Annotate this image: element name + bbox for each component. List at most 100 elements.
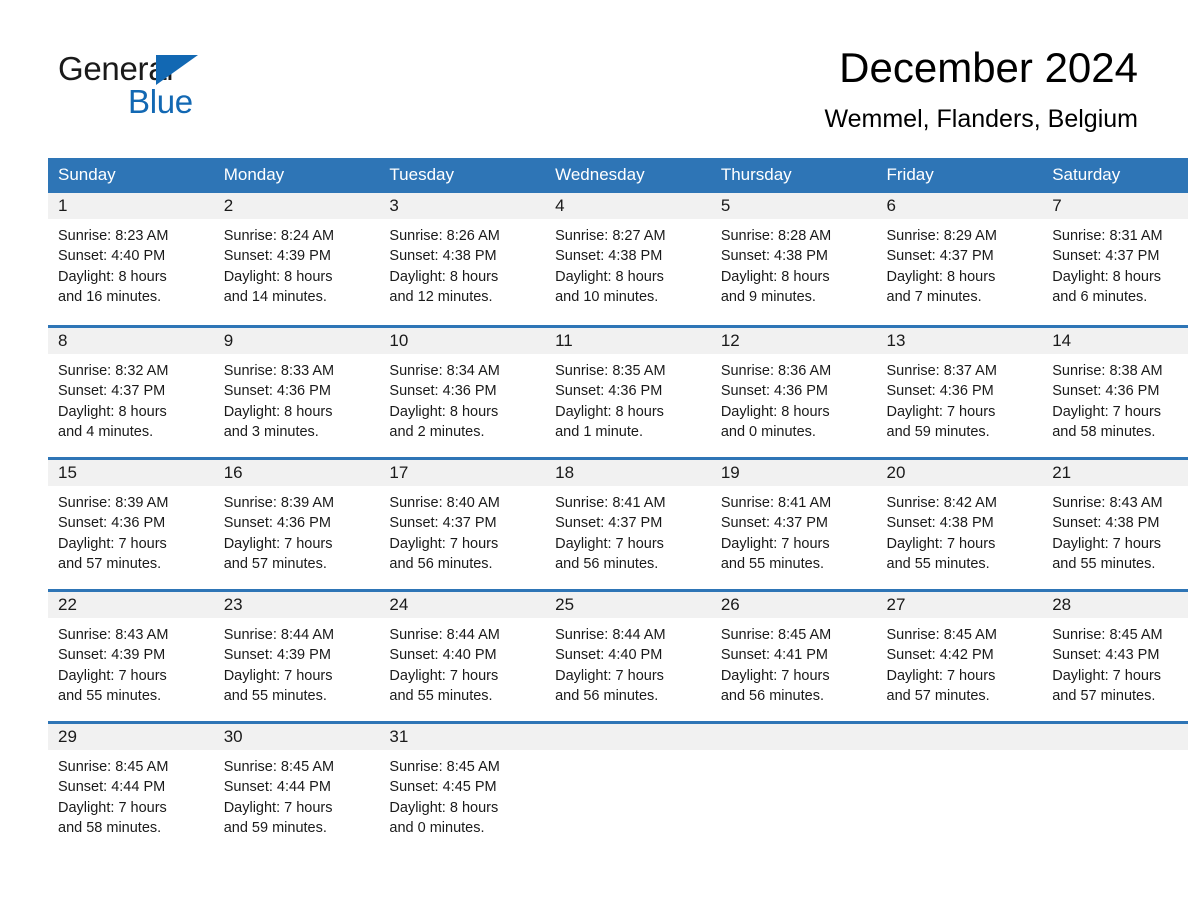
- calendar-week-row: 29 Sunrise: 8:45 AM Sunset: 4:44 PM Dayligh…: [48, 721, 1188, 853]
- daylight-line-1: Daylight: 7 hours: [58, 535, 167, 552]
- sunset-time: Sunset: 4:44 PM: [223, 779, 331, 796]
- calendar-day-cell[interactable]: 24 Sunrise: 8:44 AM Sunset: 4:40 PM Dayligh…: [379, 589, 546, 721]
- calendar-day-cell[interactable]: 21 Sunrise: 8:43 AM Sunset: 4:38 PM Dayligh…: [1042, 457, 1188, 589]
- calendar-day-cell[interactable]: 22 Sunrise: 8:43 AM Sunset: 4:39 PM Dayligh…: [48, 589, 214, 721]
- calendar-day-cell[interactable]: 5 Sunrise: 8:28 AM Sunset: 4:38 PM Daylight…: [710, 193, 877, 325]
- daylight-line-2: and 7 minutes.: [886, 288, 982, 305]
- daylight-line-2: and 57 minutes.: [1052, 687, 1156, 704]
- calendar-day-cell[interactable]: 30 Sunrise: 8:45 AM Sunset: 4:44 PM Dayligh…: [213, 721, 380, 853]
- day-info: Sunrise: 8:26 AM Sunset: 4:38 PM Daylight:…: [379, 219, 545, 307]
- daylight-line-1: Daylight: 7 hours: [886, 535, 996, 552]
- calendar-day-cell[interactable]: 2 Sunrise: 8:24 AM Sunset: 4:39 PM Daylight…: [213, 193, 380, 325]
- calendar-day-cell[interactable]: 9 Sunrise: 8:33 AM Sunset: 4:36 PM Daylight…: [213, 325, 380, 457]
- sunrise-time: Sunrise: 8:44 AM: [223, 627, 335, 643]
- calendar-day-cell[interactable]: 19 Sunrise: 8:41 AM Sunset: 4:37 PM Dayligh…: [710, 457, 877, 589]
- calendar-day-cell[interactable]: 14 Sunrise: 8:38 AM Sunset: 4:36 PM Dayligh…: [1042, 325, 1188, 457]
- sunrise-time: Sunrise: 8:42 AM: [886, 495, 997, 511]
- day-cell-inner: 5 Sunrise: 8:28 AM Sunset: 4:38 PM Daylight…: [710, 193, 877, 325]
- day-number: 23: [213, 592, 380, 618]
- calendar-day-cell[interactable]: 1 Sunrise: 8:23 AM Sunset: 4:40 PM Daylight…: [48, 193, 214, 325]
- weekday-header-tuesday: Tuesday: [379, 158, 546, 193]
- sunset-time: Sunset: 4:36 PM: [389, 383, 497, 400]
- calendar-day-cell[interactable]: 10 Sunrise: 8:34 AM Sunset: 4:36 PM Dayligh…: [379, 325, 546, 457]
- calendar-day-cell[interactable]: 3 Sunrise: 8:26 AM Sunset: 4:38 PM Daylight…: [379, 193, 546, 325]
- day-info: Sunrise: 8:45 AM Sunset: 4:42 PM Daylight:…: [877, 618, 1043, 706]
- calendar-day-cell[interactable]: 28 Sunrise: 8:45 AM Sunset: 4:43 PM Dayligh…: [1042, 589, 1188, 721]
- calendar-day-cell[interactable]: 4 Sunrise: 8:27 AM Sunset: 4:38 PM Daylight…: [545, 193, 711, 325]
- page-header: General Blue December 2024 Wemmel, Fland…: [48, 42, 1138, 142]
- sunrise-time: Sunrise: 8:26 AM: [389, 228, 500, 244]
- calendar-day-cell[interactable]: 16 Sunrise: 8:39 AM Sunset: 4:36 PM Dayligh…: [213, 457, 380, 589]
- daylight-line-2: and 57 minutes.: [223, 555, 327, 572]
- daylight-line-1: Daylight: 7 hours: [1052, 535, 1162, 552]
- sunset-time: Sunset: 4:39 PM: [223, 647, 331, 664]
- day-cell-inner: 29 Sunrise: 8:45 AM Sunset: 4:44 PM Dayligh…: [48, 721, 214, 853]
- calendar-day-cell[interactable]: 25 Sunrise: 8:44 AM Sunset: 4:40 PM Dayligh…: [545, 589, 711, 721]
- daylight-line-2: and 57 minutes.: [58, 555, 162, 572]
- sunset-time: Sunset: 4:36 PM: [223, 515, 331, 532]
- day-number: 6: [876, 193, 1043, 219]
- calendar-day-cell[interactable]: 26 Sunrise: 8:45 AM Sunset: 4:41 PM Dayligh…: [710, 589, 877, 721]
- calendar-day-cell[interactable]: 15 Sunrise: 8:39 AM Sunset: 4:36 PM Dayligh…: [48, 457, 214, 589]
- daylight-line-1: Daylight: 7 hours: [389, 535, 499, 552]
- calendar-day-cell[interactable]: 20 Sunrise: 8:42 AM Sunset: 4:38 PM Dayligh…: [876, 457, 1043, 589]
- calendar-day-cell[interactable]: 17 Sunrise: 8:40 AM Sunset: 4:37 PM Dayligh…: [379, 457, 546, 589]
- logo-text-blue: Blue: [128, 83, 193, 120]
- day-number: 29: [48, 724, 214, 750]
- day-number: 12: [710, 328, 877, 354]
- day-info: Sunrise: 8:45 AM Sunset: 4:44 PM Daylight:…: [48, 750, 214, 838]
- weekday-header-sunday: Sunday: [48, 158, 214, 193]
- day-info: Sunrise: 8:35 AM Sunset: 4:36 PM Daylight:…: [545, 354, 711, 442]
- calendar-day-cell[interactable]: 7 Sunrise: 8:31 AM Sunset: 4:37 PM Daylight…: [1042, 193, 1188, 325]
- calendar-day-cell[interactable]: 29 Sunrise: 8:45 AM Sunset: 4:44 PM Dayligh…: [48, 721, 214, 853]
- day-info: Sunrise: 8:27 AM Sunset: 4:38 PM Daylight:…: [545, 219, 711, 307]
- daylight-line-1: Daylight: 8 hours: [223, 268, 333, 285]
- day-number: 24: [379, 592, 546, 618]
- sunrise-time: Sunrise: 8:45 AM: [223, 759, 335, 775]
- calendar-day-cell[interactable]: 6 Sunrise: 8:29 AM Sunset: 4:37 PM Daylight…: [876, 193, 1043, 325]
- sunset-time: Sunset: 4:36 PM: [886, 383, 994, 400]
- daylight-line-1: Daylight: 7 hours: [886, 667, 996, 684]
- calendar-day-cell[interactable]: 18 Sunrise: 8:41 AM Sunset: 4:37 PM Dayligh…: [545, 457, 711, 589]
- calendar-day-cell[interactable]: 31 Sunrise: 8:45 AM Sunset: 4:45 PM Dayligh…: [379, 721, 546, 853]
- day-cell-inner: 23 Sunrise: 8:44 AM Sunset: 4:39 PM Dayligh…: [213, 589, 380, 721]
- day-number: 18: [545, 460, 711, 486]
- sunset-time: Sunset: 4:41 PM: [720, 647, 829, 664]
- sunset-time: Sunset: 4:37 PM: [720, 515, 829, 532]
- calendar-day-cell[interactable]: 11 Sunrise: 8:35 AM Sunset: 4:36 PM Dayligh…: [545, 325, 711, 457]
- daylight-line-1: Daylight: 7 hours: [720, 535, 830, 552]
- day-info: Sunrise: 8:31 AM Sunset: 4:37 PM Daylight:…: [1042, 219, 1188, 307]
- calendar-day-cell[interactable]: 12 Sunrise: 8:36 AM Sunset: 4:36 PM Dayligh…: [710, 325, 877, 457]
- day-cell-inner: 9 Sunrise: 8:33 AM Sunset: 4:36 PM Daylight…: [213, 325, 380, 457]
- sunrise-time: Sunrise: 8:32 AM: [58, 363, 169, 379]
- calendar-day-cell[interactable]: 13 Sunrise: 8:37 AM Sunset: 4:36 PM Dayligh…: [876, 325, 1043, 457]
- daylight-line-2: and 12 minutes.: [389, 288, 493, 305]
- day-cell-inner: 28 Sunrise: 8:45 AM Sunset: 4:43 PM Dayligh…: [1042, 589, 1188, 721]
- day-cell-inner: 12 Sunrise: 8:36 AM Sunset: 4:36 PM Dayligh…: [710, 325, 877, 457]
- day-number: 11: [545, 328, 711, 354]
- sunrise-time: Sunrise: 8:36 AM: [720, 363, 832, 379]
- sunrise-time: Sunrise: 8:33 AM: [223, 363, 335, 379]
- day-number: 21: [1042, 460, 1188, 486]
- calendar-cell-empty: [1042, 721, 1188, 853]
- calendar-day-cell[interactable]: 8 Sunrise: 8:32 AM Sunset: 4:37 PM Daylight…: [48, 325, 214, 457]
- day-cell-inner: [876, 721, 1043, 853]
- day-cell-inner: 19 Sunrise: 8:41 AM Sunset: 4:37 PM Dayligh…: [710, 457, 877, 589]
- weekday-header-wednesday: Wednesday: [545, 158, 711, 193]
- day-cell-inner: 18 Sunrise: 8:41 AM Sunset: 4:37 PM Dayligh…: [545, 457, 711, 589]
- day-cell-inner: [545, 721, 711, 853]
- sunrise-time: Sunrise: 8:29 AM: [886, 228, 997, 244]
- daylight-line-2: and 3 minutes.: [223, 423, 319, 440]
- daylight-line-1: Daylight: 8 hours: [223, 403, 333, 420]
- daylight-line-2: and 0 minutes.: [389, 819, 485, 836]
- sunrise-time: Sunrise: 8:44 AM: [555, 627, 666, 643]
- daylight-line-1: Daylight: 8 hours: [58, 403, 167, 420]
- sunrise-time: Sunrise: 8:40 AM: [389, 495, 500, 511]
- sunrise-time: Sunrise: 8:28 AM: [720, 228, 832, 244]
- daylight-line-2: and 55 minutes.: [720, 555, 824, 572]
- day-cell-inner: 8 Sunrise: 8:32 AM Sunset: 4:37 PM Daylight…: [48, 325, 214, 457]
- calendar-day-cell[interactable]: 27 Sunrise: 8:45 AM Sunset: 4:42 PM Dayligh…: [876, 589, 1043, 721]
- day-number: 25: [545, 592, 711, 618]
- calendar-day-cell[interactable]: 23 Sunrise: 8:44 AM Sunset: 4:39 PM Dayligh…: [213, 589, 380, 721]
- day-info: Sunrise: 8:34 AM Sunset: 4:36 PM Daylight:…: [379, 354, 545, 442]
